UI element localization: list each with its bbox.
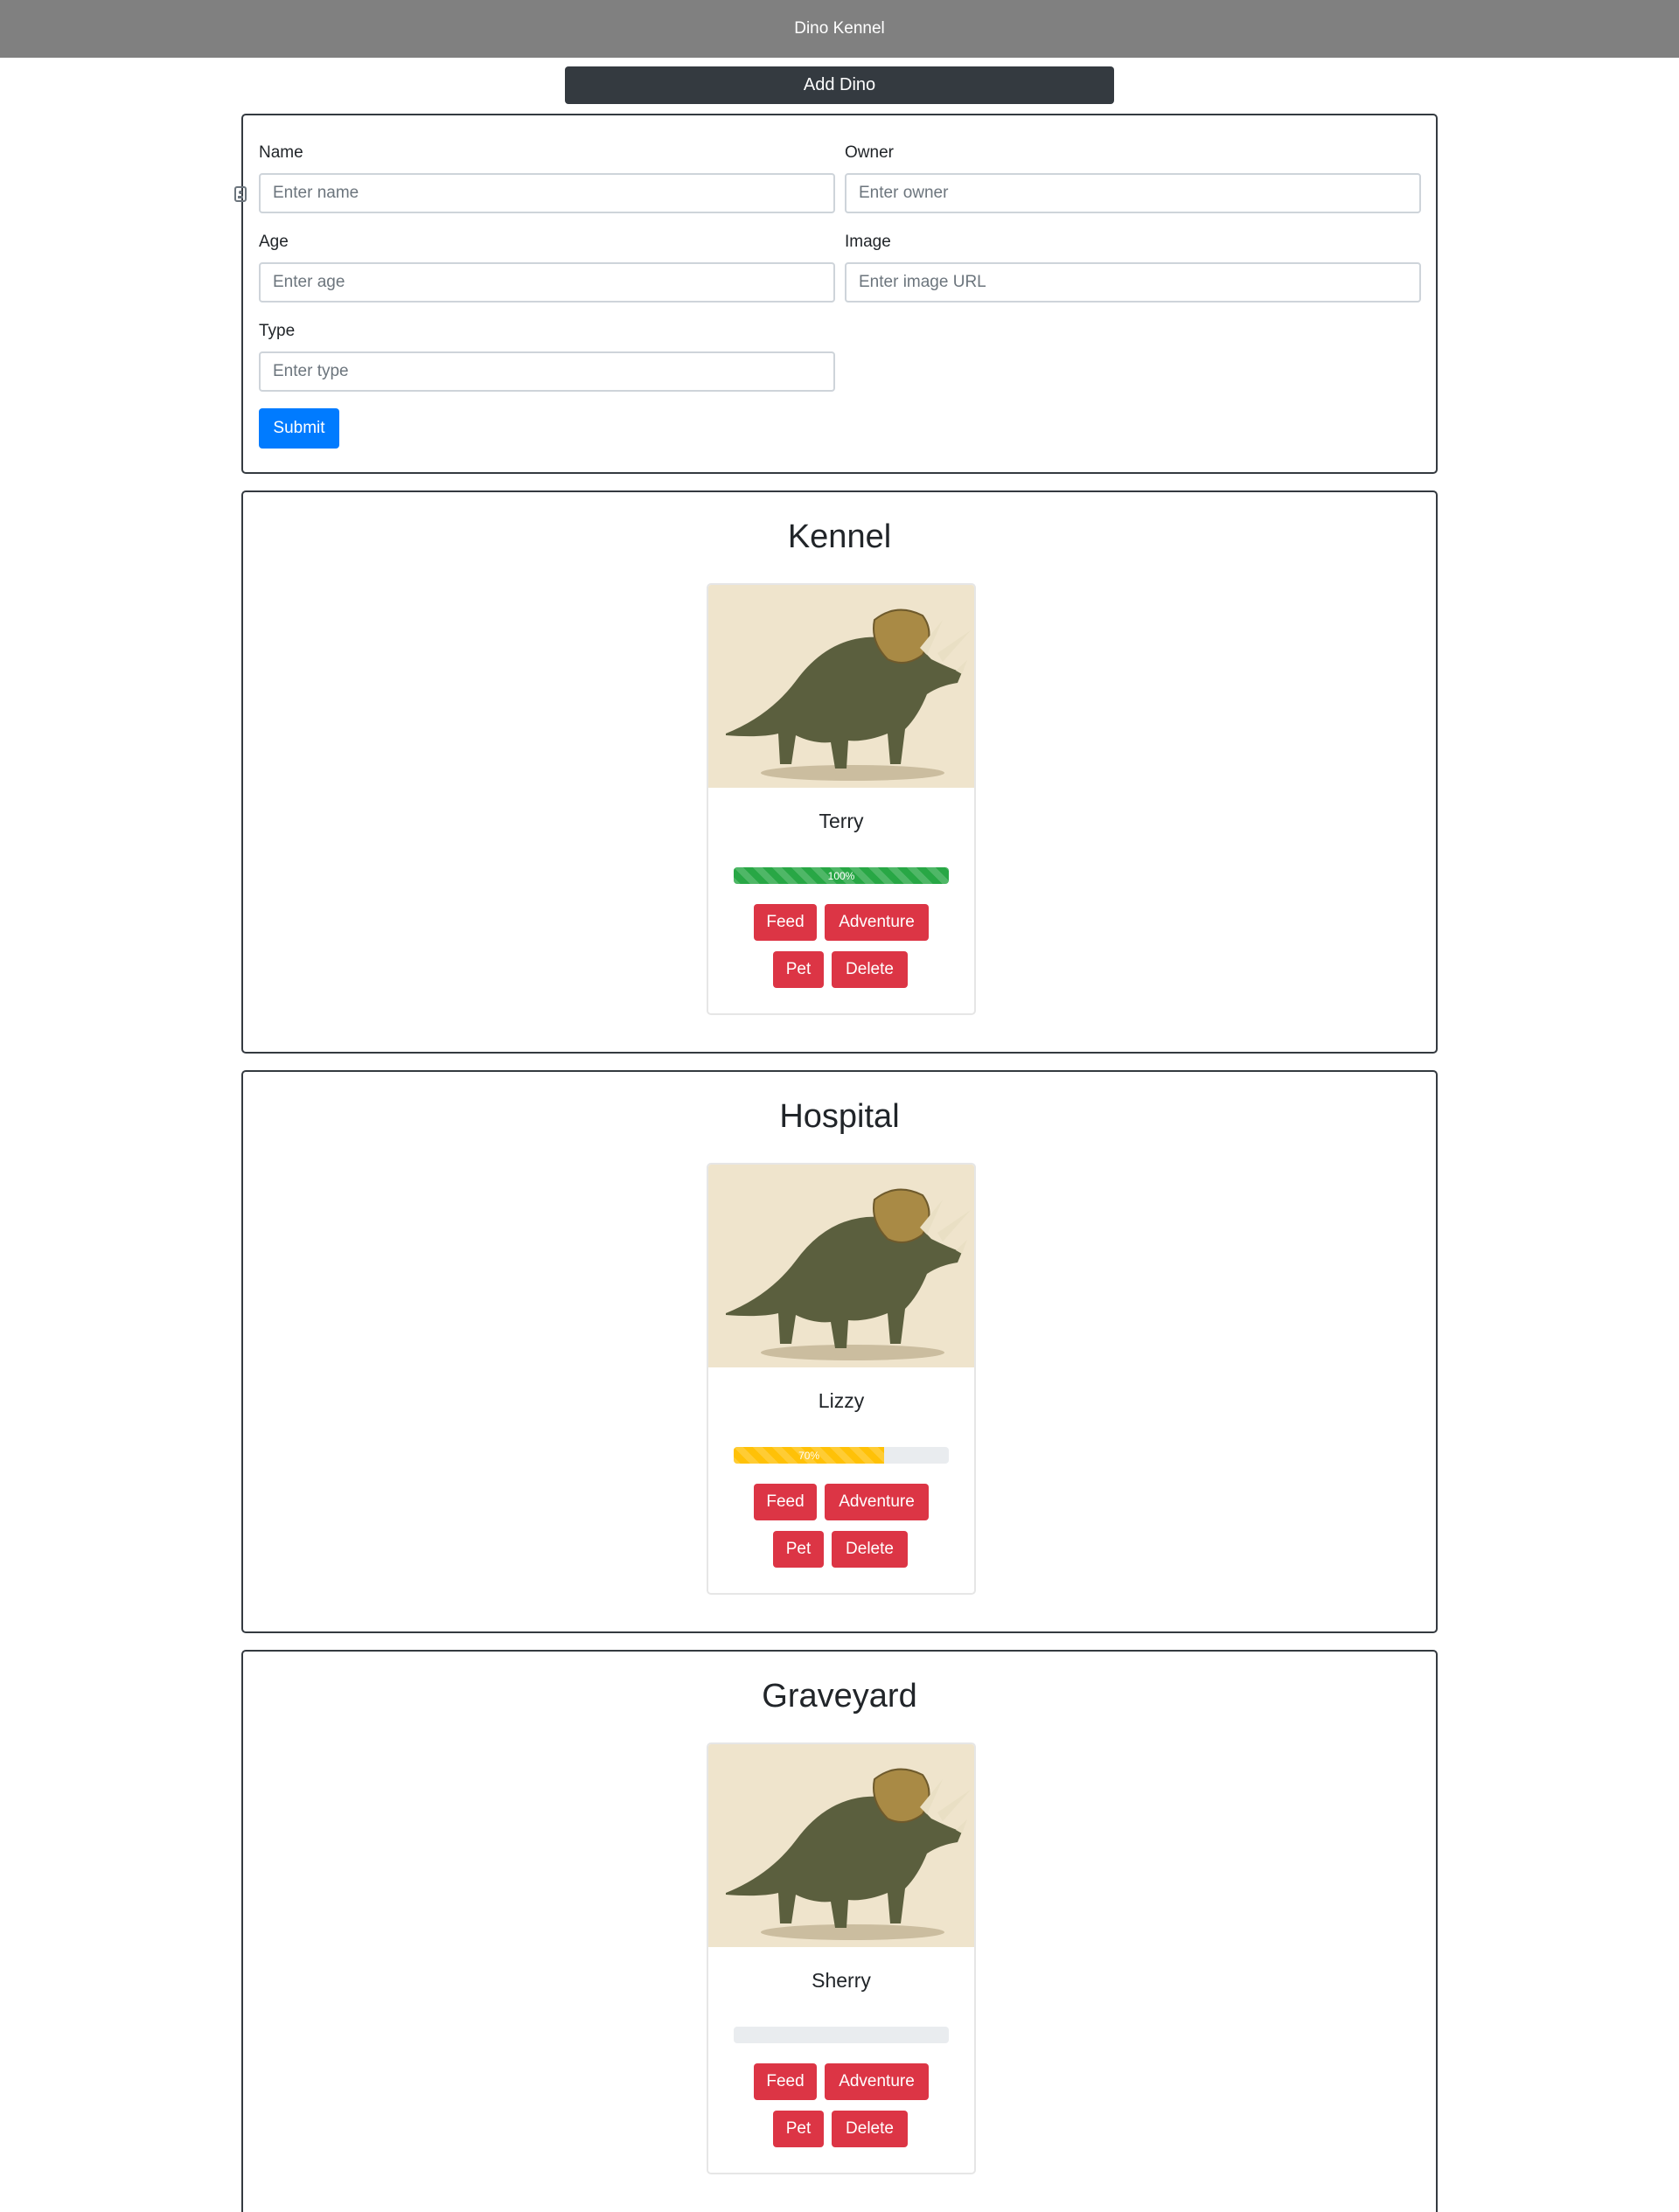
add-dino-form: Name Owner Age Image Type Submit bbox=[234, 114, 1438, 474]
health-progress-bar: 70% bbox=[734, 1447, 885, 1464]
delete-button[interactable]: Delete bbox=[832, 1531, 908, 1568]
type-label: Type bbox=[259, 322, 296, 340]
name-label: Name bbox=[259, 143, 303, 162]
dino-card: Sherry Feed Adventure Pet Delete bbox=[707, 1742, 976, 2174]
health-progress: 70% bbox=[734, 1447, 949, 1464]
feed-button[interactable]: Feed bbox=[754, 2063, 817, 2100]
pet-button[interactable]: Pet bbox=[773, 2111, 824, 2147]
pet-button[interactable]: Pet bbox=[773, 951, 824, 988]
submit-button[interactable]: Submit bbox=[259, 408, 339, 449]
name-input[interactable] bbox=[259, 173, 835, 213]
section-title: Graveyard bbox=[762, 1678, 917, 1715]
app-title: Dino Kennel bbox=[794, 19, 885, 38]
delete-button[interactable]: Delete bbox=[832, 2111, 908, 2147]
image-label: Image bbox=[845, 233, 891, 251]
adventure-button[interactable]: Adventure bbox=[825, 1484, 929, 1520]
adventure-button[interactable]: Adventure bbox=[825, 2063, 929, 2100]
feed-button[interactable]: Feed bbox=[754, 1484, 817, 1520]
dino-image bbox=[708, 1165, 974, 1367]
add-dino-button[interactable]: Add Dino bbox=[565, 66, 1114, 104]
contact-card-icon bbox=[234, 186, 247, 202]
dino-image bbox=[708, 1744, 974, 1947]
age-label: Age bbox=[259, 233, 289, 251]
health-progress-bar: 100% bbox=[734, 867, 949, 884]
age-input[interactable] bbox=[259, 262, 835, 303]
pet-button[interactable]: Pet bbox=[773, 1531, 824, 1568]
adventure-button[interactable]: Adventure bbox=[825, 904, 929, 941]
dino-name: Terry bbox=[819, 810, 864, 832]
dino-name: Lizzy bbox=[818, 1389, 865, 1412]
hospital-section: Hospital Lizzy 70% Feed Adventure Pet De… bbox=[241, 1070, 1438, 1633]
dino-name: Sherry bbox=[812, 1969, 871, 1992]
section-title: Hospital bbox=[779, 1098, 900, 1135]
dino-card: Terry 100% Feed Adventure Pet Delete bbox=[707, 583, 976, 1015]
dino-card: Lizzy 70% Feed Adventure Pet Delete bbox=[707, 1163, 976, 1595]
health-progress bbox=[734, 2027, 949, 2043]
type-input[interactable] bbox=[259, 351, 835, 392]
kennel-section: Kennel Terry 100% Feed Adventure Pet Del… bbox=[241, 490, 1438, 1054]
section-title: Kennel bbox=[787, 518, 892, 555]
image-url-input[interactable] bbox=[845, 262, 1421, 303]
delete-button[interactable]: Delete bbox=[832, 951, 908, 988]
health-progress: 100% bbox=[734, 867, 949, 884]
graveyard-section: Graveyard Sherry Feed Adventure Pet Dele… bbox=[241, 1650, 1438, 2212]
dino-image bbox=[708, 585, 974, 788]
owner-input[interactable] bbox=[845, 173, 1421, 213]
navbar: Dino Kennel bbox=[0, 0, 1679, 58]
feed-button[interactable]: Feed bbox=[754, 904, 817, 941]
owner-label: Owner bbox=[845, 143, 894, 162]
